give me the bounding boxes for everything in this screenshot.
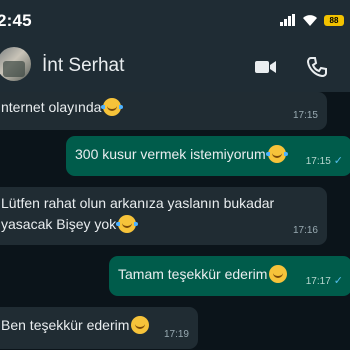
message-incoming[interactable]: Lütfen rahat olun arkanıza yaslanın buka… [0,187,327,245]
tears-of-joy-emoji-icon [116,215,139,233]
message-text-line-1: Lütfen rahat olun arkanıza yaslanın buka… [1,195,275,211]
message-text: 300 kusur vermek istemiyorum [75,146,266,162]
message-time: 17:17 [305,276,331,287]
read-receipt-icon: ✓ [333,155,343,167]
wifi-icon [303,14,317,26]
signal-icon [280,14,295,26]
battery-icon: 88 [324,14,344,26]
status-time: 2:45 [0,11,32,30]
video-call-icon[interactable] [254,56,278,78]
status-icons: 88 [280,12,344,28]
smiling-emoji-icon [131,316,150,334]
tears-of-joy-emoji-icon [265,145,288,163]
message-time: 17:15 [305,156,331,167]
status-bar: 2:45 88 [0,0,350,42]
message-text: Ben teşekkür ederim [1,317,130,333]
tears-of-joy-emoji-icon [101,98,124,116]
message-incoming[interactable]: Ben teşekkür ederim 17:19 [0,307,198,349]
contact-name[interactable]: İnt Serhat [42,55,124,77]
message-incoming[interactable]: nternet olayında 17:15 [0,92,327,130]
message-time: 17:16 [292,225,318,236]
message-text: nternet olayında [1,99,102,115]
message-time: 17:19 [163,329,189,340]
battery-level: 88 [329,15,339,25]
phone-call-icon[interactable] [305,56,329,78]
chat-header[interactable]: İnt Serhat [0,42,350,92]
read-receipt-icon: ✓ [333,275,343,287]
message-outgoing[interactable]: Tamam teşekkür ederim 17:17 ✓ [109,256,350,296]
message-time: 17:15 [292,110,318,121]
avatar[interactable] [0,47,31,81]
smiling-emoji-icon [269,265,288,283]
message-list[interactable]: nternet olayında 17:15 300 kusur vermek … [0,92,350,350]
message-outgoing[interactable]: 300 kusur vermek istemiyorum 17:15 ✓ [66,136,350,176]
message-text-line-2: yasacak Bişey yok [1,216,117,232]
message-text: Tamam teşekkür ederim [118,266,268,282]
